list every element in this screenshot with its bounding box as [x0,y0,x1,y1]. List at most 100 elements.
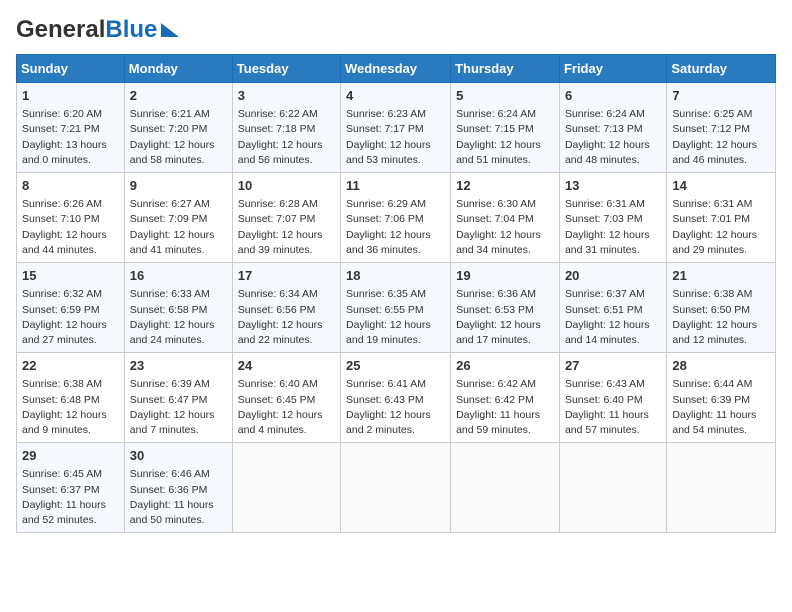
day-cell: 5 Sunrise: 6:24 AM Sunset: 7:15 PM Daylig… [451,83,560,173]
day-info: Sunrise: 6:37 AM Sunset: 6:51 PM Dayligh… [565,287,661,348]
day-number: 19 [456,267,554,285]
day-number: 25 [346,357,445,375]
day-cell: 23 Sunrise: 6:39 AM Sunset: 6:47 PM Dayli… [124,353,232,443]
col-header-thursday: Thursday [451,55,560,83]
day-number: 9 [130,177,227,195]
day-cell [559,443,666,533]
day-info: Sunrise: 6:23 AM Sunset: 7:17 PM Dayligh… [346,107,445,168]
day-cell [451,443,560,533]
day-number: 27 [565,357,661,375]
day-info: Sunrise: 6:40 AM Sunset: 6:45 PM Dayligh… [238,377,335,438]
day-cell: 2Sunrise: 6:21 AM Sunset: 7:20 PM Daylig… [124,83,232,173]
day-cell [232,443,340,533]
day-cell: 10Sunrise: 6:28 AM Sunset: 7:07 PM Dayli… [232,173,340,263]
day-info: Sunrise: 6:46 AM Sunset: 6:36 PM Dayligh… [130,467,227,528]
day-number: 7 [672,87,770,105]
day-number: 14 [672,177,770,195]
day-info: Sunrise: 6:20 AM Sunset: 7:21 PM Dayligh… [22,107,119,168]
day-cell: 11 Sunrise: 6:29 AM Sunset: 7:06 PM Dayli… [341,173,451,263]
day-info: Sunrise: 6:31 AM Sunset: 7:03 PM Dayligh… [565,197,661,258]
week-row-3: 15Sunrise: 6:32 AM Sunset: 6:59 PM Dayli… [17,263,776,353]
day-cell: 30Sunrise: 6:46 AM Sunset: 6:36 PM Dayli… [124,443,232,533]
day-cell: 28Sunrise: 6:44 AM Sunset: 6:39 PM Dayli… [667,353,776,443]
day-info: Sunrise: 6:25 AM Sunset: 7:12 PM Dayligh… [672,107,770,168]
column-headers: SundayMondayTuesdayWednesdayThursdayFrid… [17,55,776,83]
day-cell: 12 Sunrise: 6:30 AM Sunset: 7:04 PM Dayli… [451,173,560,263]
day-cell: 1 Sunrise: 6:20 AM Sunset: 7:21 PM Daylig… [17,83,125,173]
day-cell: 3 Sunrise: 6:22 AM Sunset: 7:18 PM Daylig… [232,83,340,173]
col-header-friday: Friday [559,55,666,83]
day-cell: 7 Sunrise: 6:25 AM Sunset: 7:12 PM Daylig… [667,83,776,173]
day-cell: 27Sunrise: 6:43 AM Sunset: 6:40 PM Dayli… [559,353,666,443]
day-cell: 21Sunrise: 6:38 AM Sunset: 6:50 PM Dayli… [667,263,776,353]
day-number: 11 [346,177,445,195]
day-cell: 15Sunrise: 6:32 AM Sunset: 6:59 PM Dayli… [17,263,125,353]
day-info: Sunrise: 6:32 AM Sunset: 6:59 PM Dayligh… [22,287,119,348]
day-info: Sunrise: 6:35 AM Sunset: 6:55 PM Dayligh… [346,287,445,348]
logo-text: GeneralBlue [16,16,157,44]
day-cell: 9 Sunrise: 6:27 AM Sunset: 7:09 PM Daylig… [124,173,232,263]
day-info: Sunrise: 6:33 AM Sunset: 6:58 PM Dayligh… [130,287,227,348]
col-header-monday: Monday [124,55,232,83]
calendar-table: SundayMondayTuesdayWednesdayThursdayFrid… [16,54,776,533]
day-cell: 6 Sunrise: 6:24 AM Sunset: 7:13 PM Daylig… [559,83,666,173]
day-info: Sunrise: 6:29 AM Sunset: 7:06 PM Dayligh… [346,197,445,258]
day-cell: 17 Sunrise: 6:34 AM Sunset: 6:56 PM Dayli… [232,263,340,353]
day-number: 29 [22,447,119,465]
day-info: Sunrise: 6:44 AM Sunset: 6:39 PM Dayligh… [672,377,770,438]
day-number: 17 [238,267,335,285]
day-cell: 29 Sunrise: 6:45 AM Sunset: 6:37 PM Dayli… [17,443,125,533]
day-info: Sunrise: 6:30 AM Sunset: 7:04 PM Dayligh… [456,197,554,258]
day-info: Sunrise: 6:36 AM Sunset: 6:53 PM Dayligh… [456,287,554,348]
day-info: Sunrise: 6:26 AM Sunset: 7:10 PM Dayligh… [22,197,119,258]
day-number: 22 [22,357,119,375]
day-cell [341,443,451,533]
day-info: Sunrise: 6:38 AM Sunset: 6:48 PM Dayligh… [22,377,119,438]
logo-arrow-shape [161,23,179,37]
day-cell: 24Sunrise: 6:40 AM Sunset: 6:45 PM Dayli… [232,353,340,443]
day-number: 21 [672,267,770,285]
day-number: 26 [456,357,554,375]
day-number: 1 [22,87,119,105]
day-number: 16 [130,267,227,285]
day-number: 6 [565,87,661,105]
day-number: 5 [456,87,554,105]
day-number: 4 [346,87,445,105]
day-number: 13 [565,177,661,195]
day-info: Sunrise: 6:27 AM Sunset: 7:09 PM Dayligh… [130,197,227,258]
day-cell: 4 Sunrise: 6:23 AM Sunset: 7:17 PM Daylig… [341,83,451,173]
day-number: 20 [565,267,661,285]
day-cell: 22 Sunrise: 6:38 AM Sunset: 6:48 PM Dayli… [17,353,125,443]
day-info: Sunrise: 6:24 AM Sunset: 7:15 PM Dayligh… [456,107,554,168]
day-info: Sunrise: 6:34 AM Sunset: 6:56 PM Dayligh… [238,287,335,348]
week-row-4: 22 Sunrise: 6:38 AM Sunset: 6:48 PM Dayli… [17,353,776,443]
day-cell: 26 Sunrise: 6:42 AM Sunset: 6:42 PM Dayli… [451,353,560,443]
day-cell [667,443,776,533]
day-cell: 13 Sunrise: 6:31 AM Sunset: 7:03 PM Dayli… [559,173,666,263]
day-info: Sunrise: 6:21 AM Sunset: 7:20 PM Dayligh… [130,107,227,168]
day-cell: 8 Sunrise: 6:26 AM Sunset: 7:10 PM Daylig… [17,173,125,263]
day-number: 8 [22,177,119,195]
day-number: 23 [130,357,227,375]
day-info: Sunrise: 6:28 AM Sunset: 7:07 PM Dayligh… [238,197,335,258]
day-cell: 14 Sunrise: 6:31 AM Sunset: 7:01 PM Dayli… [667,173,776,263]
day-number: 3 [238,87,335,105]
col-header-wednesday: Wednesday [341,55,451,83]
col-header-saturday: Saturday [667,55,776,83]
logo: GeneralBlue [16,16,179,44]
day-info: Sunrise: 6:45 AM Sunset: 6:37 PM Dayligh… [22,467,119,528]
day-info: Sunrise: 6:22 AM Sunset: 7:18 PM Dayligh… [238,107,335,168]
calendar-body: 1 Sunrise: 6:20 AM Sunset: 7:21 PM Daylig… [17,83,776,533]
day-info: Sunrise: 6:42 AM Sunset: 6:42 PM Dayligh… [456,377,554,438]
day-info: Sunrise: 6:31 AM Sunset: 7:01 PM Dayligh… [672,197,770,258]
week-row-1: 1 Sunrise: 6:20 AM Sunset: 7:21 PM Daylig… [17,83,776,173]
day-info: Sunrise: 6:41 AM Sunset: 6:43 PM Dayligh… [346,377,445,438]
week-row-2: 8 Sunrise: 6:26 AM Sunset: 7:10 PM Daylig… [17,173,776,263]
week-row-5: 29 Sunrise: 6:45 AM Sunset: 6:37 PM Dayli… [17,443,776,533]
day-cell: 18Sunrise: 6:35 AM Sunset: 6:55 PM Dayli… [341,263,451,353]
logo-icon: GeneralBlue [16,16,179,44]
day-info: Sunrise: 6:24 AM Sunset: 7:13 PM Dayligh… [565,107,661,168]
day-cell: 20 Sunrise: 6:37 AM Sunset: 6:51 PM Dayli… [559,263,666,353]
day-info: Sunrise: 6:39 AM Sunset: 6:47 PM Dayligh… [130,377,227,438]
day-number: 12 [456,177,554,195]
